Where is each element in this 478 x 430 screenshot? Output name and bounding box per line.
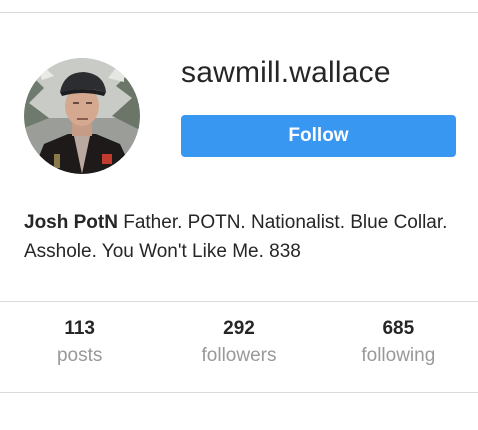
divider-top xyxy=(0,301,478,302)
avatar-image xyxy=(24,58,140,174)
bio-name: Josh PotN xyxy=(24,212,118,233)
stats-row: 113 posts 292 followers 685 following xyxy=(0,316,478,376)
stat-followers-label: followers xyxy=(201,345,277,366)
top-bar xyxy=(0,0,478,13)
avatar[interactable] xyxy=(24,58,140,174)
stat-posts[interactable]: 113 posts xyxy=(0,316,159,376)
stat-following-count: 685 xyxy=(382,318,415,339)
stat-following-label: following xyxy=(361,345,436,366)
stat-followers[interactable]: 292 followers xyxy=(159,316,318,376)
bio: Josh PotN Father. POTN. Nationalist. Blu… xyxy=(24,208,454,266)
divider-bottom xyxy=(0,392,478,393)
follow-button[interactable]: Follow xyxy=(181,115,456,157)
username: sawmill.wallace xyxy=(181,56,391,89)
stat-followers-count: 292 xyxy=(223,318,255,339)
stat-following[interactable]: 685 following xyxy=(319,316,478,376)
stat-posts-label: posts xyxy=(56,345,103,366)
stat-posts-count: 113 xyxy=(64,318,95,339)
